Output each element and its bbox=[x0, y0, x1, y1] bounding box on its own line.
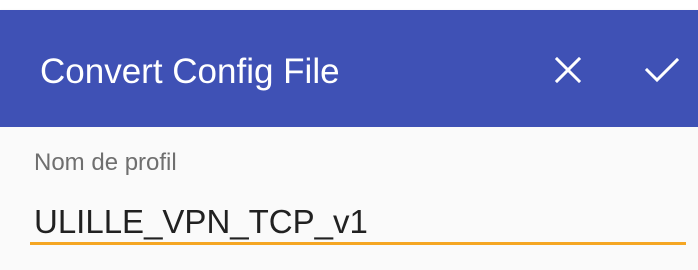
cancel-button[interactable] bbox=[536, 38, 600, 102]
check-icon bbox=[645, 57, 679, 83]
profile-name-label: Nom de profil bbox=[34, 149, 177, 176]
close-icon bbox=[555, 57, 581, 83]
form-area: Nom de profil bbox=[0, 127, 698, 270]
status-bar-strip bbox=[0, 0, 698, 10]
page-title: Convert Config File bbox=[40, 52, 340, 91]
confirm-button[interactable] bbox=[630, 38, 694, 102]
app-bar: Convert Config File bbox=[0, 10, 698, 127]
profile-name-input[interactable] bbox=[30, 201, 686, 245]
